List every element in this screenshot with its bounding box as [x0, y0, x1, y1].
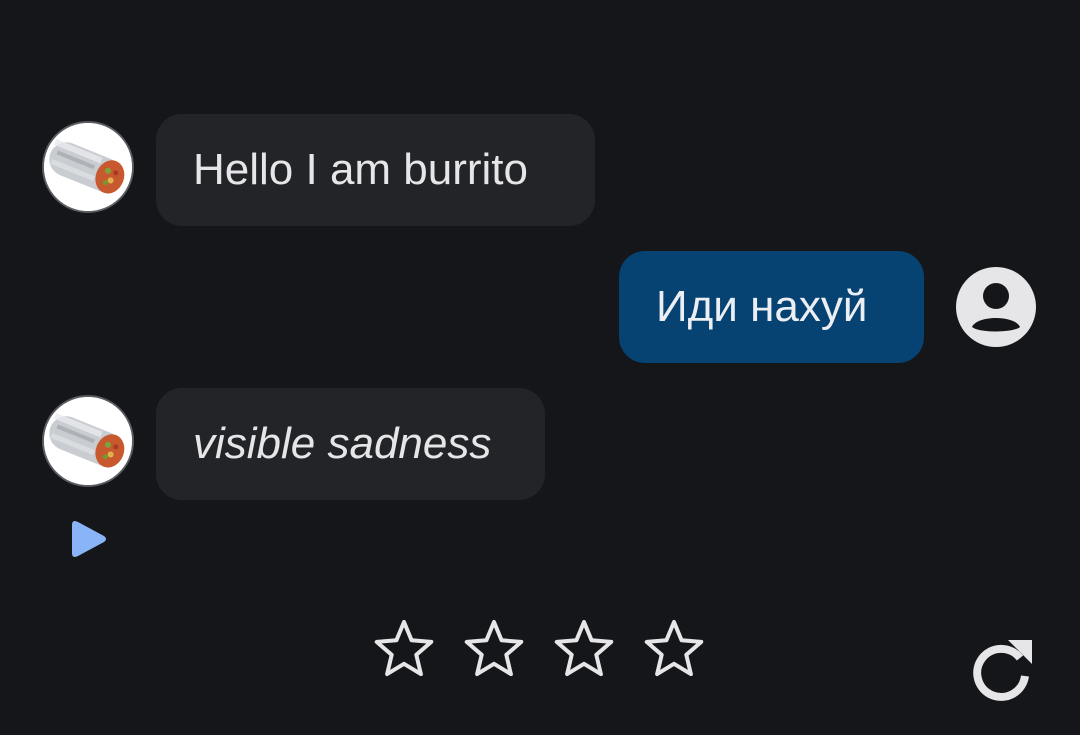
bot-message-bubble: Hello I am burrito — [156, 114, 595, 226]
refresh-icon[interactable] — [968, 636, 1036, 704]
message-text: Иди нахуй — [656, 282, 868, 331]
play-icon[interactable] — [66, 517, 110, 561]
star-outline-icon[interactable] — [462, 617, 526, 681]
user-account-icon — [955, 266, 1037, 348]
burrito-avatar-icon — [42, 395, 134, 487]
message-text: Hello I am burrito — [193, 145, 529, 194]
star-outline-icon[interactable] — [642, 617, 706, 681]
burrito-avatar-icon — [42, 121, 134, 213]
rating-stars — [372, 617, 706, 681]
star-outline-icon[interactable] — [372, 617, 436, 681]
message-text: visible sadness — [193, 419, 492, 468]
star-outline-icon[interactable] — [552, 617, 616, 681]
bot-message-bubble: visible sadness — [156, 388, 545, 500]
user-message-bubble: Иди нахуй — [619, 251, 924, 363]
